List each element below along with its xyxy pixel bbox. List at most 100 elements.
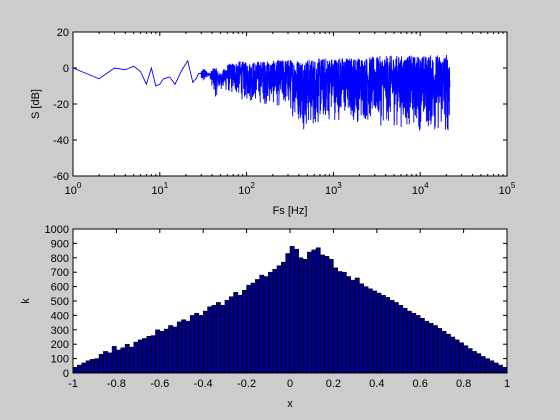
histogram-bar (172, 326, 178, 374)
histogram-bar (463, 345, 469, 374)
histogram-bar (194, 312, 200, 374)
histogram-bar (333, 267, 338, 374)
histogram-bar (272, 269, 278, 374)
histogram-ytick-label: 500 (51, 296, 69, 308)
histogram-bar (315, 247, 321, 374)
histogram-bar (246, 284, 252, 374)
histogram-bar (202, 310, 208, 374)
histogram-xtick-label: -0.4 (194, 378, 213, 390)
histogram-bar (485, 358, 490, 374)
histogram-xtick-label: 0.8 (456, 378, 471, 390)
figure-canvas: 200-20-40-60100 101 102 103 104 105 Fs [Hz] S… (20, 27, 516, 410)
histogram-bar (185, 320, 191, 374)
histogram-xtick-label: -0.8 (107, 378, 126, 390)
spectrum-ytick-label: -40 (53, 135, 69, 147)
histogram-bar (85, 360, 91, 374)
spectrum-xtick-label: 103 (325, 181, 342, 197)
histogram-bar (168, 325, 174, 374)
histogram-bar (137, 339, 143, 374)
histogram-bar (276, 265, 282, 374)
histogram-bar (215, 302, 221, 374)
histogram-bar (302, 258, 308, 374)
histogram-bar (129, 346, 135, 374)
histogram-bar (111, 346, 117, 374)
histogram-bar (493, 362, 499, 374)
histogram-ytick-label: 600 (51, 282, 69, 294)
histogram-ytick-label: 800 (51, 253, 69, 265)
histogram-bar (228, 296, 234, 374)
histogram-bar (441, 330, 447, 374)
spectrum-ytick-label: 0 (63, 63, 69, 75)
histogram-bar (419, 318, 425, 374)
histogram-bar (372, 290, 378, 374)
histogram-bar (341, 271, 347, 374)
histogram-bar (220, 305, 226, 374)
histogram-bar (107, 352, 113, 374)
histogram-bar (142, 338, 148, 374)
histogram-bar (476, 353, 482, 374)
histogram-xtick-label: 0.4 (369, 378, 384, 390)
histogram-bar (385, 297, 391, 374)
histogram-bar (120, 347, 126, 374)
histogram-bar (398, 305, 404, 374)
histogram-bar (233, 292, 239, 374)
spectrum-xtick-label: 101 (151, 181, 168, 197)
histogram-bar (285, 253, 291, 374)
histogram-xlabel: x (287, 398, 293, 410)
histogram-bar (450, 336, 456, 374)
histogram-bar (242, 289, 247, 374)
histogram-bar (467, 348, 473, 374)
histogram-bar (432, 325, 438, 374)
spectrum-xtick-label: 104 (412, 181, 429, 197)
histogram-bar (307, 251, 312, 374)
histogram-bar (311, 249, 317, 374)
spectrum-ytick-label: -20 (53, 99, 69, 111)
histogram-bar (411, 312, 417, 374)
histogram-bar (350, 279, 356, 374)
histogram-bar (98, 354, 104, 374)
histogram-bar (324, 256, 330, 374)
histogram-bar (445, 333, 451, 374)
histogram-bar (328, 258, 334, 374)
histogram-bar (281, 261, 286, 374)
histogram-bar (263, 276, 269, 374)
histogram-bar (415, 315, 421, 374)
histogram-bar (424, 320, 430, 374)
histogram-bar (376, 292, 382, 374)
histogram-ylabel: k (20, 298, 32, 304)
histogram-bar (77, 364, 82, 374)
histogram-bar (459, 342, 464, 374)
histogram-bar (259, 274, 265, 374)
histogram-xtick-label: 0.2 (326, 378, 341, 390)
histogram-bar (90, 359, 95, 374)
histogram-ytick-label: 300 (51, 325, 69, 337)
spectrum-ytick-label: -60 (53, 171, 69, 183)
histogram-bar (72, 366, 78, 374)
histogram-bar (437, 328, 443, 374)
histogram-bar (320, 254, 325, 374)
histogram-ytick-label: 700 (51, 267, 69, 279)
histogram-bar (389, 300, 395, 374)
histogram-bar (380, 294, 386, 374)
histogram-bar (337, 271, 343, 374)
histogram-ytick-label: 1000 (45, 224, 69, 236)
histogram-bar (181, 319, 187, 374)
histogram-bar (363, 286, 369, 374)
histogram-bar (354, 277, 360, 374)
histogram-bar (298, 257, 304, 374)
histogram-bar (103, 351, 108, 374)
spectrum-xtick-label: 105 (499, 181, 516, 197)
histogram-bar (198, 315, 204, 374)
histogram-bar (237, 294, 243, 374)
spectrum-xtick-label: 100 (65, 181, 82, 197)
histogram-bar (428, 323, 434, 374)
histogram-ytick-label: 200 (51, 339, 69, 351)
histogram-bar (124, 343, 130, 374)
histogram-panel: 0 100 200 300 400 500 600 700 800 900 1000 -1 -0.8 -0… (20, 224, 510, 410)
spectrum-ytick-label: 20 (57, 27, 69, 39)
histogram-ytick-label: 100 (51, 354, 69, 366)
histogram-xtick-label: -1 (68, 378, 78, 390)
histogram-bar (250, 282, 256, 374)
histogram-bar (176, 321, 182, 374)
histogram-xtick-label: 0 (287, 378, 293, 390)
